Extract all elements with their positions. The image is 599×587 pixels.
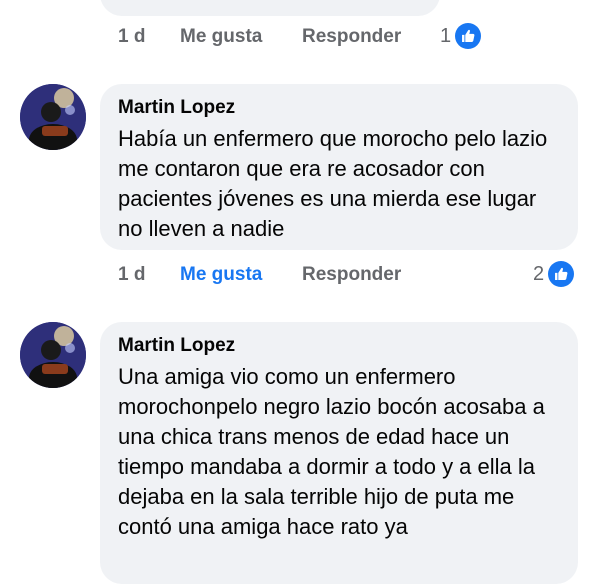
avatar[interactable] [20, 84, 86, 150]
profile-photo [20, 322, 86, 388]
like-button[interactable]: Me gusta [180, 26, 262, 48]
comment-text: Una amiga vio como un enfermero morochon… [118, 364, 545, 539]
comment-bubble: Martin Lopez Había un enfermero que moro… [100, 84, 578, 250]
reaction-count[interactable]: 2 [533, 261, 575, 287]
profile-photo [20, 84, 86, 150]
comment-time[interactable]: 1 d [118, 26, 145, 48]
comment-author[interactable]: Martin Lopez [118, 96, 560, 120]
reply-button[interactable]: Responder [302, 264, 401, 286]
reaction-count[interactable]: 1 [440, 23, 482, 49]
comment-text: Había un enfermero que morocho pelo lazi… [118, 126, 548, 241]
previous-comment-bubble [100, 0, 440, 16]
previous-comment-actions: 1 d Me gusta Responder [118, 26, 418, 50]
comment-bubble: Martin Lopez Una amiga vio como un enfer… [100, 322, 578, 584]
comment-time[interactable]: 1 d [118, 264, 145, 286]
reaction-count-number: 2 [533, 262, 545, 285]
reaction-count-number: 1 [440, 24, 452, 47]
comment-actions: 1 d Me gusta Responder [118, 264, 418, 288]
comment-author[interactable]: Martin Lopez [118, 334, 560, 358]
avatar[interactable] [20, 322, 86, 388]
like-button[interactable]: Me gusta [180, 264, 262, 286]
reply-button[interactable]: Responder [302, 26, 401, 48]
thumbs-up-icon [548, 261, 575, 287]
thumbs-up-icon [455, 23, 482, 49]
